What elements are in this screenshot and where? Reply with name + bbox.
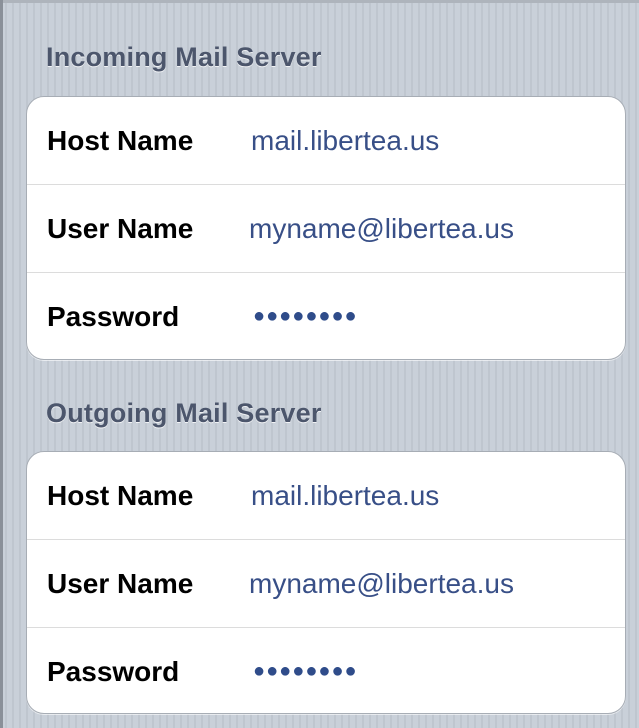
incoming-mail-server-group: Host Name mail.libertea.us User Name myn…	[26, 96, 626, 360]
outgoing-user-name-label: User Name	[47, 567, 194, 599]
incoming-password-label: Password	[47, 300, 180, 332]
incoming-host-name-field[interactable]: mail.libertea.us	[251, 125, 439, 157]
outgoing-password-field[interactable]: ●●●●●●●●	[253, 660, 358, 683]
incoming-mail-server-header: Incoming Mail Server	[46, 42, 322, 72]
top-edge	[0, 0, 639, 3]
outgoing-mail-server-group: Host Name mail.libertea.us User Name myn…	[26, 451, 626, 714]
incoming-user-name-field[interactable]: myname@libertea.us	[249, 213, 514, 245]
incoming-user-name-label: User Name	[47, 212, 194, 244]
incoming-host-name-label: Host Name	[47, 124, 194, 156]
incoming-host-name-row[interactable]: Host Name mail.libertea.us	[27, 97, 625, 185]
incoming-user-name-row[interactable]: User Name myname@libertea.us	[27, 185, 625, 273]
outgoing-user-name-row[interactable]: User Name myname@libertea.us	[27, 540, 625, 628]
left-edge	[0, 0, 3, 728]
outgoing-host-name-row[interactable]: Host Name mail.libertea.us	[27, 452, 625, 540]
outgoing-mail-server-header: Outgoing Mail Server	[46, 398, 322, 428]
incoming-password-row[interactable]: Password ●●●●●●●●	[27, 273, 625, 359]
outgoing-host-name-field[interactable]: mail.libertea.us	[251, 480, 439, 512]
outgoing-user-name-field[interactable]: myname@libertea.us	[249, 568, 514, 600]
outgoing-password-label: Password	[47, 655, 180, 687]
outgoing-password-row[interactable]: Password ●●●●●●●●	[27, 628, 625, 713]
outgoing-host-name-label: Host Name	[47, 479, 194, 511]
incoming-password-field[interactable]: ●●●●●●●●	[253, 305, 358, 328]
